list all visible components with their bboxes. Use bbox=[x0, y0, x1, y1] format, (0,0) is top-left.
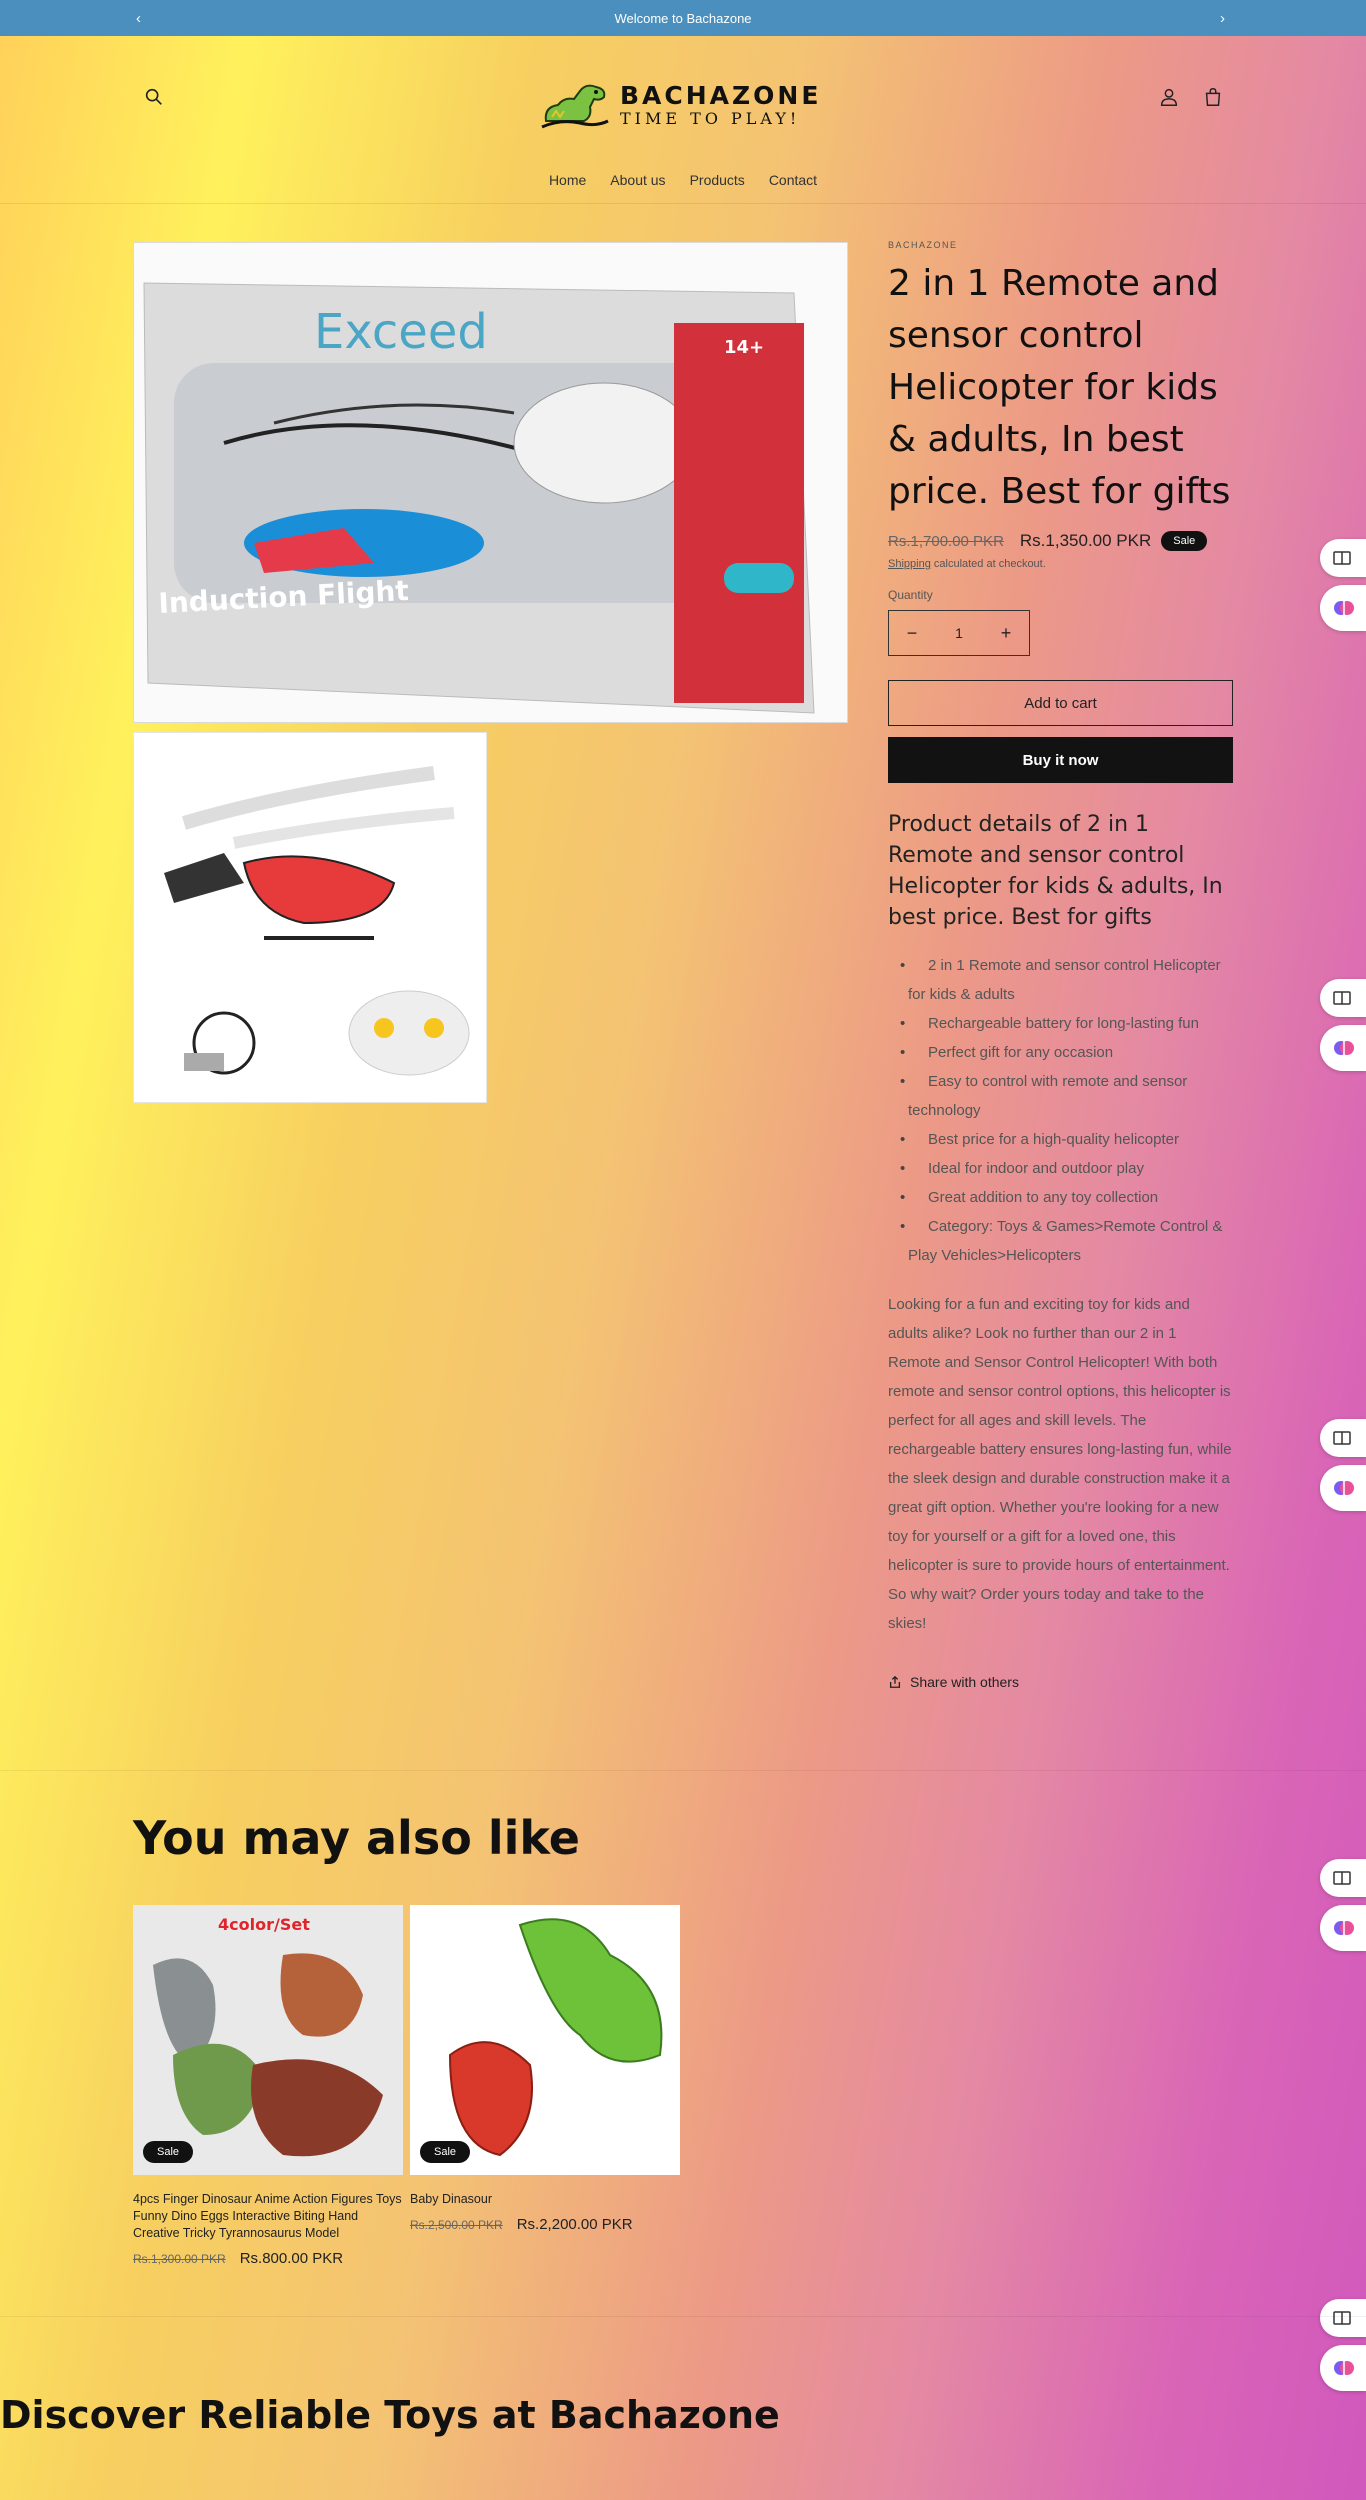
product-card-prices: Rs.1,300.00 PKR Rs.800.00 PKR bbox=[133, 2250, 403, 2267]
related-heading: You may also like bbox=[133, 1811, 580, 1865]
quantity-label: Quantity bbox=[888, 588, 933, 602]
add-to-cart-button[interactable]: Add to cart bbox=[888, 680, 1233, 726]
product-details-heading: Product details of 2 in 1 Remote and sen… bbox=[888, 812, 1223, 930]
site-header: BACHAZONE TIME TO PLAY! Home About us Pr… bbox=[0, 36, 1366, 204]
product-box-age: 14+ bbox=[724, 337, 764, 358]
shipping-link[interactable]: Shipping bbox=[888, 558, 931, 570]
discover-section: Discover Reliable Toys at Bachazone bbox=[0, 2316, 1366, 2500]
brain-icon[interactable] bbox=[1320, 1465, 1366, 1511]
regular-price: Rs.1,300.00 PKR bbox=[133, 2251, 226, 2266]
sale-price: Rs.1,350.00 PKR bbox=[1019, 531, 1152, 550]
list-item: Ideal for indoor and outdoor play bbox=[900, 1154, 1233, 1183]
brain-icon[interactable] bbox=[1320, 1025, 1366, 1071]
product-vendor: BACHAZONE bbox=[888, 240, 958, 250]
reader-icon[interactable] bbox=[1320, 979, 1366, 1017]
product-card-image[interactable]: Sale bbox=[410, 1905, 680, 2175]
list-item: Rechargeable battery for long-lasting fu… bbox=[900, 1009, 1233, 1038]
regular-price: Rs.1,700.00 PKR bbox=[888, 532, 1004, 550]
shipping-note: Shipping calculated at checkout. bbox=[888, 558, 1233, 570]
share-icon bbox=[889, 1675, 901, 1688]
list-item-text: Best price for a high-quality helicopter bbox=[928, 1131, 1179, 1148]
product-card-prices: Rs.2,500.00 PKR Rs.2,200.00 PKR bbox=[410, 2216, 680, 2233]
list-item: Category: Toys & Games>Remote Control & … bbox=[900, 1212, 1233, 1270]
nav-contact[interactable]: Contact bbox=[769, 172, 817, 188]
list-item: 2 in 1 Remote and sensor control Helicop… bbox=[900, 951, 1233, 1009]
list-item: Perfect gift for any occasion bbox=[900, 1038, 1233, 1067]
list-item-text: Great addition to any toy collection bbox=[928, 1189, 1159, 1206]
nav-about-us[interactable]: About us bbox=[610, 172, 665, 188]
dinosaur-logo-icon bbox=[541, 84, 609, 129]
search-icon[interactable] bbox=[143, 86, 167, 110]
list-item: Best price for a high-quality helicopter bbox=[900, 1125, 1233, 1154]
site-logo[interactable]: BACHAZONE TIME TO PLAY! bbox=[540, 74, 830, 136]
product-card[interactable]: Sale Baby Dinasour Rs.2,500.00 PKR Rs.2,… bbox=[410, 1905, 680, 2233]
sale-price: Rs.800.00 PKR bbox=[239, 2250, 344, 2267]
quantity-input[interactable]: 1 bbox=[939, 625, 979, 641]
card-image-caption: 4color/Set bbox=[218, 1915, 310, 1934]
sale-badge: Sale bbox=[143, 2141, 194, 2163]
quantity-decrease-button[interactable]: − bbox=[889, 623, 935, 644]
related-products-section: You may also like 4color/Set Sale 4pcs F… bbox=[0, 1770, 1366, 2316]
main-nav: Home About us Products Contact bbox=[0, 172, 1366, 188]
list-item: Easy to control with remote and sensor t… bbox=[900, 1067, 1233, 1125]
quantity-stepper: − 1 + bbox=[888, 610, 1030, 656]
product-features-list: 2 in 1 Remote and sensor control Helicop… bbox=[888, 951, 1233, 1270]
announcement-prev-button[interactable]: ‹ bbox=[136, 0, 141, 36]
price-row: Rs.1,700.00 PKR Rs.1,350.00 PKR Sale bbox=[888, 528, 1233, 554]
brain-icon[interactable] bbox=[1320, 585, 1366, 631]
sale-price: Rs.2,200.00 PKR bbox=[516, 2216, 633, 2233]
product-secondary-image[interactable] bbox=[133, 732, 487, 1103]
product-box-brand: Exceed bbox=[314, 304, 488, 360]
reader-icon[interactable] bbox=[1320, 1419, 1366, 1457]
sale-badge: Sale bbox=[420, 2141, 471, 2163]
product-info: BACHAZONE 2 in 1 Remote and sensor contr… bbox=[888, 240, 1233, 1690]
quantity-increase-button[interactable]: + bbox=[983, 623, 1029, 644]
product-main-image[interactable]: Exceed Induction Flight 14+ bbox=[133, 242, 848, 723]
regular-price: Rs.2,500.00 PKR bbox=[410, 2217, 503, 2232]
product-card[interactable]: 4color/Set Sale 4pcs Finger Dinosaur Ani… bbox=[133, 1905, 403, 2267]
product-card-image[interactable]: 4color/Set Sale bbox=[133, 1905, 403, 2175]
list-item-text: 2 in 1 Remote and sensor control Helicop… bbox=[908, 957, 1221, 1003]
announcement-bar: ‹ Welcome to Bachazone › bbox=[0, 0, 1366, 36]
shipping-text: calculated at checkout. bbox=[930, 558, 1046, 570]
announcement-text: Welcome to Bachazone bbox=[614, 10, 752, 26]
cart-icon[interactable] bbox=[1202, 86, 1226, 110]
nav-products[interactable]: Products bbox=[690, 172, 745, 188]
list-item: Great addition to any toy collection bbox=[900, 1183, 1233, 1212]
product-description: Looking for a fun and exciting toy for k… bbox=[888, 1296, 1232, 1632]
list-item-text: Rechargeable battery for long-lasting fu… bbox=[928, 1015, 1199, 1032]
share-button[interactable]: Share with others bbox=[888, 1674, 1233, 1690]
list-item-text: Perfect gift for any occasion bbox=[928, 1044, 1114, 1061]
list-item-text: Ideal for indoor and outdoor play bbox=[928, 1160, 1144, 1177]
share-label: Share with others bbox=[910, 1674, 1019, 1690]
nav-home[interactable]: Home bbox=[549, 172, 586, 188]
reader-icon[interactable] bbox=[1320, 539, 1366, 577]
brand-tagline: TIME TO PLAY! bbox=[620, 109, 801, 128]
product-title: 2 in 1 Remote and sensor control Helicop… bbox=[888, 263, 1231, 512]
buy-now-button[interactable]: Buy it now bbox=[888, 737, 1233, 783]
account-icon[interactable] bbox=[1158, 86, 1182, 110]
product-card-title[interactable]: Baby Dinasour bbox=[410, 2191, 680, 2208]
discover-heading: Discover Reliable Toys at Bachazone bbox=[0, 2393, 780, 2437]
brand-name: BACHAZONE bbox=[620, 81, 822, 110]
product-card-title[interactable]: 4pcs Finger Dinosaur Anime Action Figure… bbox=[133, 2191, 403, 2242]
list-item-text: Category: Toys & Games>Remote Control & … bbox=[908, 1218, 1223, 1264]
sale-badge: Sale bbox=[1161, 531, 1208, 551]
list-item-text: Easy to control with remote and sensor t… bbox=[908, 1073, 1188, 1119]
announcement-next-button[interactable]: › bbox=[1220, 0, 1225, 36]
